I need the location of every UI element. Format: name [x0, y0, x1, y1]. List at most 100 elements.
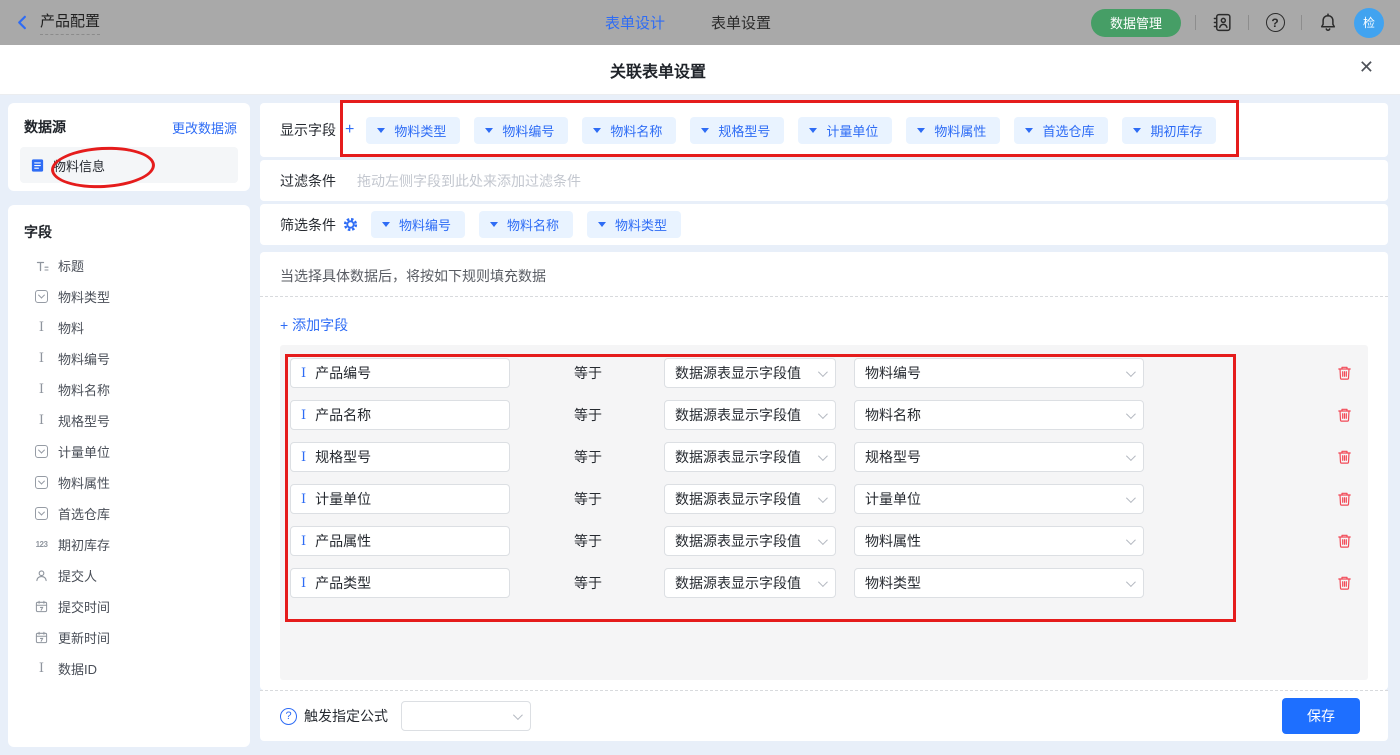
add-field-label: 添加字段	[292, 317, 348, 333]
help-circle-icon[interactable]: ?	[280, 708, 297, 725]
sidebar-field-item[interactable]: I物料名称	[8, 374, 250, 405]
equals-label: 等于	[574, 531, 604, 551]
question-glyph: ?	[1266, 13, 1285, 32]
sidebar-field-label: 首选仓库	[58, 504, 110, 523]
delete-row-button[interactable]	[1334, 447, 1354, 467]
sidebar-field-label: 期初库存	[58, 535, 110, 554]
change-datasource-link[interactable]: 更改数据源	[172, 118, 237, 137]
screen-condition-tag[interactable]: 物料名称	[479, 211, 573, 238]
rule-target-field-label: 规格型号	[315, 447, 371, 467]
rule-source-value: 数据源表显示字段值	[675, 489, 801, 509]
sidebar-field-item[interactable]: 标题	[8, 250, 250, 281]
rule-value-select[interactable]: 物料编号	[854, 358, 1144, 388]
sidebar-field-item[interactable]: 123期初库存	[8, 529, 250, 560]
tab-form-settings[interactable]: 表单设置	[711, 12, 771, 33]
rule-target-field[interactable]: I产品编号	[290, 358, 510, 388]
add-field-link[interactable]: + 添加字段	[280, 315, 348, 335]
help-icon[interactable]: ?	[1263, 11, 1287, 35]
rule-target-field[interactable]: I产品名称	[290, 400, 510, 430]
sidebar-field-item[interactable]: 提交人	[8, 560, 250, 591]
sidebar-field-item[interactable]: I数据ID	[8, 653, 250, 684]
sidebar-field-item[interactable]: 提交时间	[8, 591, 250, 622]
text-field-icon: I	[301, 450, 306, 465]
rule-target-field-label: 计量单位	[315, 489, 371, 509]
rule-value-select[interactable]: 物料属性	[854, 526, 1144, 556]
screen-condition-tag[interactable]: 物料编号	[371, 211, 465, 238]
delete-row-button[interactable]	[1334, 489, 1354, 509]
rule-source-select[interactable]: 数据源表显示字段值	[664, 484, 836, 514]
sidebar-field-label: 提交时间	[58, 597, 110, 616]
text-field-icon: I	[301, 576, 306, 591]
display-field-tag[interactable]: 规格型号	[690, 117, 784, 144]
select-icon	[34, 476, 49, 489]
rule-source-select[interactable]: 数据源表显示字段值	[664, 358, 836, 388]
chevron-down-icon	[513, 710, 523, 720]
screen-condition-tag[interactable]: 物料类型	[587, 211, 681, 238]
rule-row: I产品类型等于数据源表显示字段值物料类型	[290, 568, 1354, 598]
sidebar-field-item[interactable]: 更新时间	[8, 622, 250, 653]
rule-target-field[interactable]: I 规格型号	[290, 442, 510, 472]
delete-row-button[interactable]	[1334, 405, 1354, 425]
delete-row-button[interactable]	[1334, 573, 1354, 593]
text-icon: I	[34, 320, 49, 335]
equals-label: 等于	[574, 363, 604, 383]
formula-select[interactable]	[401, 701, 531, 731]
close-icon[interactable]: ✕	[1359, 57, 1374, 78]
screen-condition-tags: 物料编号物料名称物料类型	[371, 211, 681, 238]
chevron-down-icon	[1126, 493, 1136, 503]
data-manage-button[interactable]: 数据管理	[1091, 9, 1181, 37]
delete-row-button[interactable]	[1334, 531, 1354, 551]
rule-value-select[interactable]: 规格型号	[854, 442, 1144, 472]
sidebar-field-item[interactable]: 物料类型	[8, 281, 250, 312]
footer-bar: ? 触发指定公式 保存	[260, 690, 1388, 741]
display-field-tag[interactable]: 期初库存	[1122, 117, 1216, 144]
tag-label: 物料类型	[394, 121, 446, 140]
save-button[interactable]: 保存	[1282, 698, 1360, 734]
display-field-tag[interactable]: 物料类型	[366, 117, 460, 144]
display-field-tag[interactable]: 计量单位	[798, 117, 892, 144]
sidebar-field-item[interactable]: 计量单位	[8, 436, 250, 467]
rule-target-field[interactable]: I产品属性	[290, 526, 510, 556]
filter-dropzone[interactable]: 拖动左侧字段到此处来添加过滤条件	[357, 171, 581, 191]
notification-bell-icon[interactable]	[1316, 11, 1340, 35]
rule-value-select[interactable]: 计量单位	[854, 484, 1144, 514]
form-doc-icon	[30, 158, 45, 173]
rule-source-select[interactable]: 数据源表显示字段值	[664, 526, 836, 556]
datasource-selected-item[interactable]: 物料信息	[20, 147, 238, 183]
rule-source-select[interactable]: 数据源表显示字段值	[664, 400, 836, 430]
add-display-field-button[interactable]: +	[345, 121, 354, 139]
equals-label: 等于	[574, 489, 604, 509]
gear-icon[interactable]	[343, 217, 358, 232]
display-field-tag[interactable]: 物料编号	[474, 117, 568, 144]
delete-row-button[interactable]	[1334, 363, 1354, 383]
display-field-tag[interactable]: 物料名称	[582, 117, 676, 144]
caret-down-icon	[701, 128, 709, 133]
sidebar-field-item[interactable]: 物料属性	[8, 467, 250, 498]
rule-value-select[interactable]: 物料类型	[854, 568, 1144, 598]
divider	[1248, 15, 1249, 30]
tab-form-design[interactable]: 表单设计	[605, 12, 665, 33]
sidebar-field-item[interactable]: 首选仓库	[8, 498, 250, 529]
rule-target-field[interactable]: I计量单位	[290, 484, 510, 514]
filter-section: 过滤条件 拖动左侧字段到此处来添加过滤条件	[260, 160, 1388, 201]
fill-rules-section: 当选择具体数据后，将按如下规则填充数据 + 添加字段 I产品编号等于数据源表显示…	[260, 252, 1388, 690]
field-list: 标题物料类型I物料I物料编号I物料名称I规格型号计量单位物料属性首选仓库 123期…	[8, 250, 250, 684]
chevron-down-icon	[1126, 409, 1136, 419]
sidebar-field-item[interactable]: I物料	[8, 312, 250, 343]
rule-target-field[interactable]: I产品类型	[290, 568, 510, 598]
rule-source-select[interactable]: 数据源表显示字段值	[664, 568, 836, 598]
caret-down-icon	[598, 222, 606, 227]
sidebar-field-item[interactable]: I物料编号	[8, 343, 250, 374]
screen-conditions-label: 筛选条件	[280, 215, 336, 235]
back-button[interactable]: 产品配置	[14, 10, 100, 35]
tag-label: 物料名称	[610, 121, 662, 140]
rule-value-select[interactable]: 物料名称	[854, 400, 1144, 430]
datasource-card: 数据源 更改数据源 物料信息	[8, 103, 250, 191]
display-field-tag[interactable]: 物料属性	[906, 117, 1000, 144]
sidebar-field-item[interactable]: I规格型号	[8, 405, 250, 436]
user-avatar[interactable]: 检	[1354, 8, 1384, 38]
display-field-tag[interactable]: 首选仓库	[1014, 117, 1108, 144]
contacts-book-icon[interactable]	[1210, 11, 1234, 35]
caret-down-icon	[382, 222, 390, 227]
rule-source-select[interactable]: 数据源表显示字段值	[664, 442, 836, 472]
